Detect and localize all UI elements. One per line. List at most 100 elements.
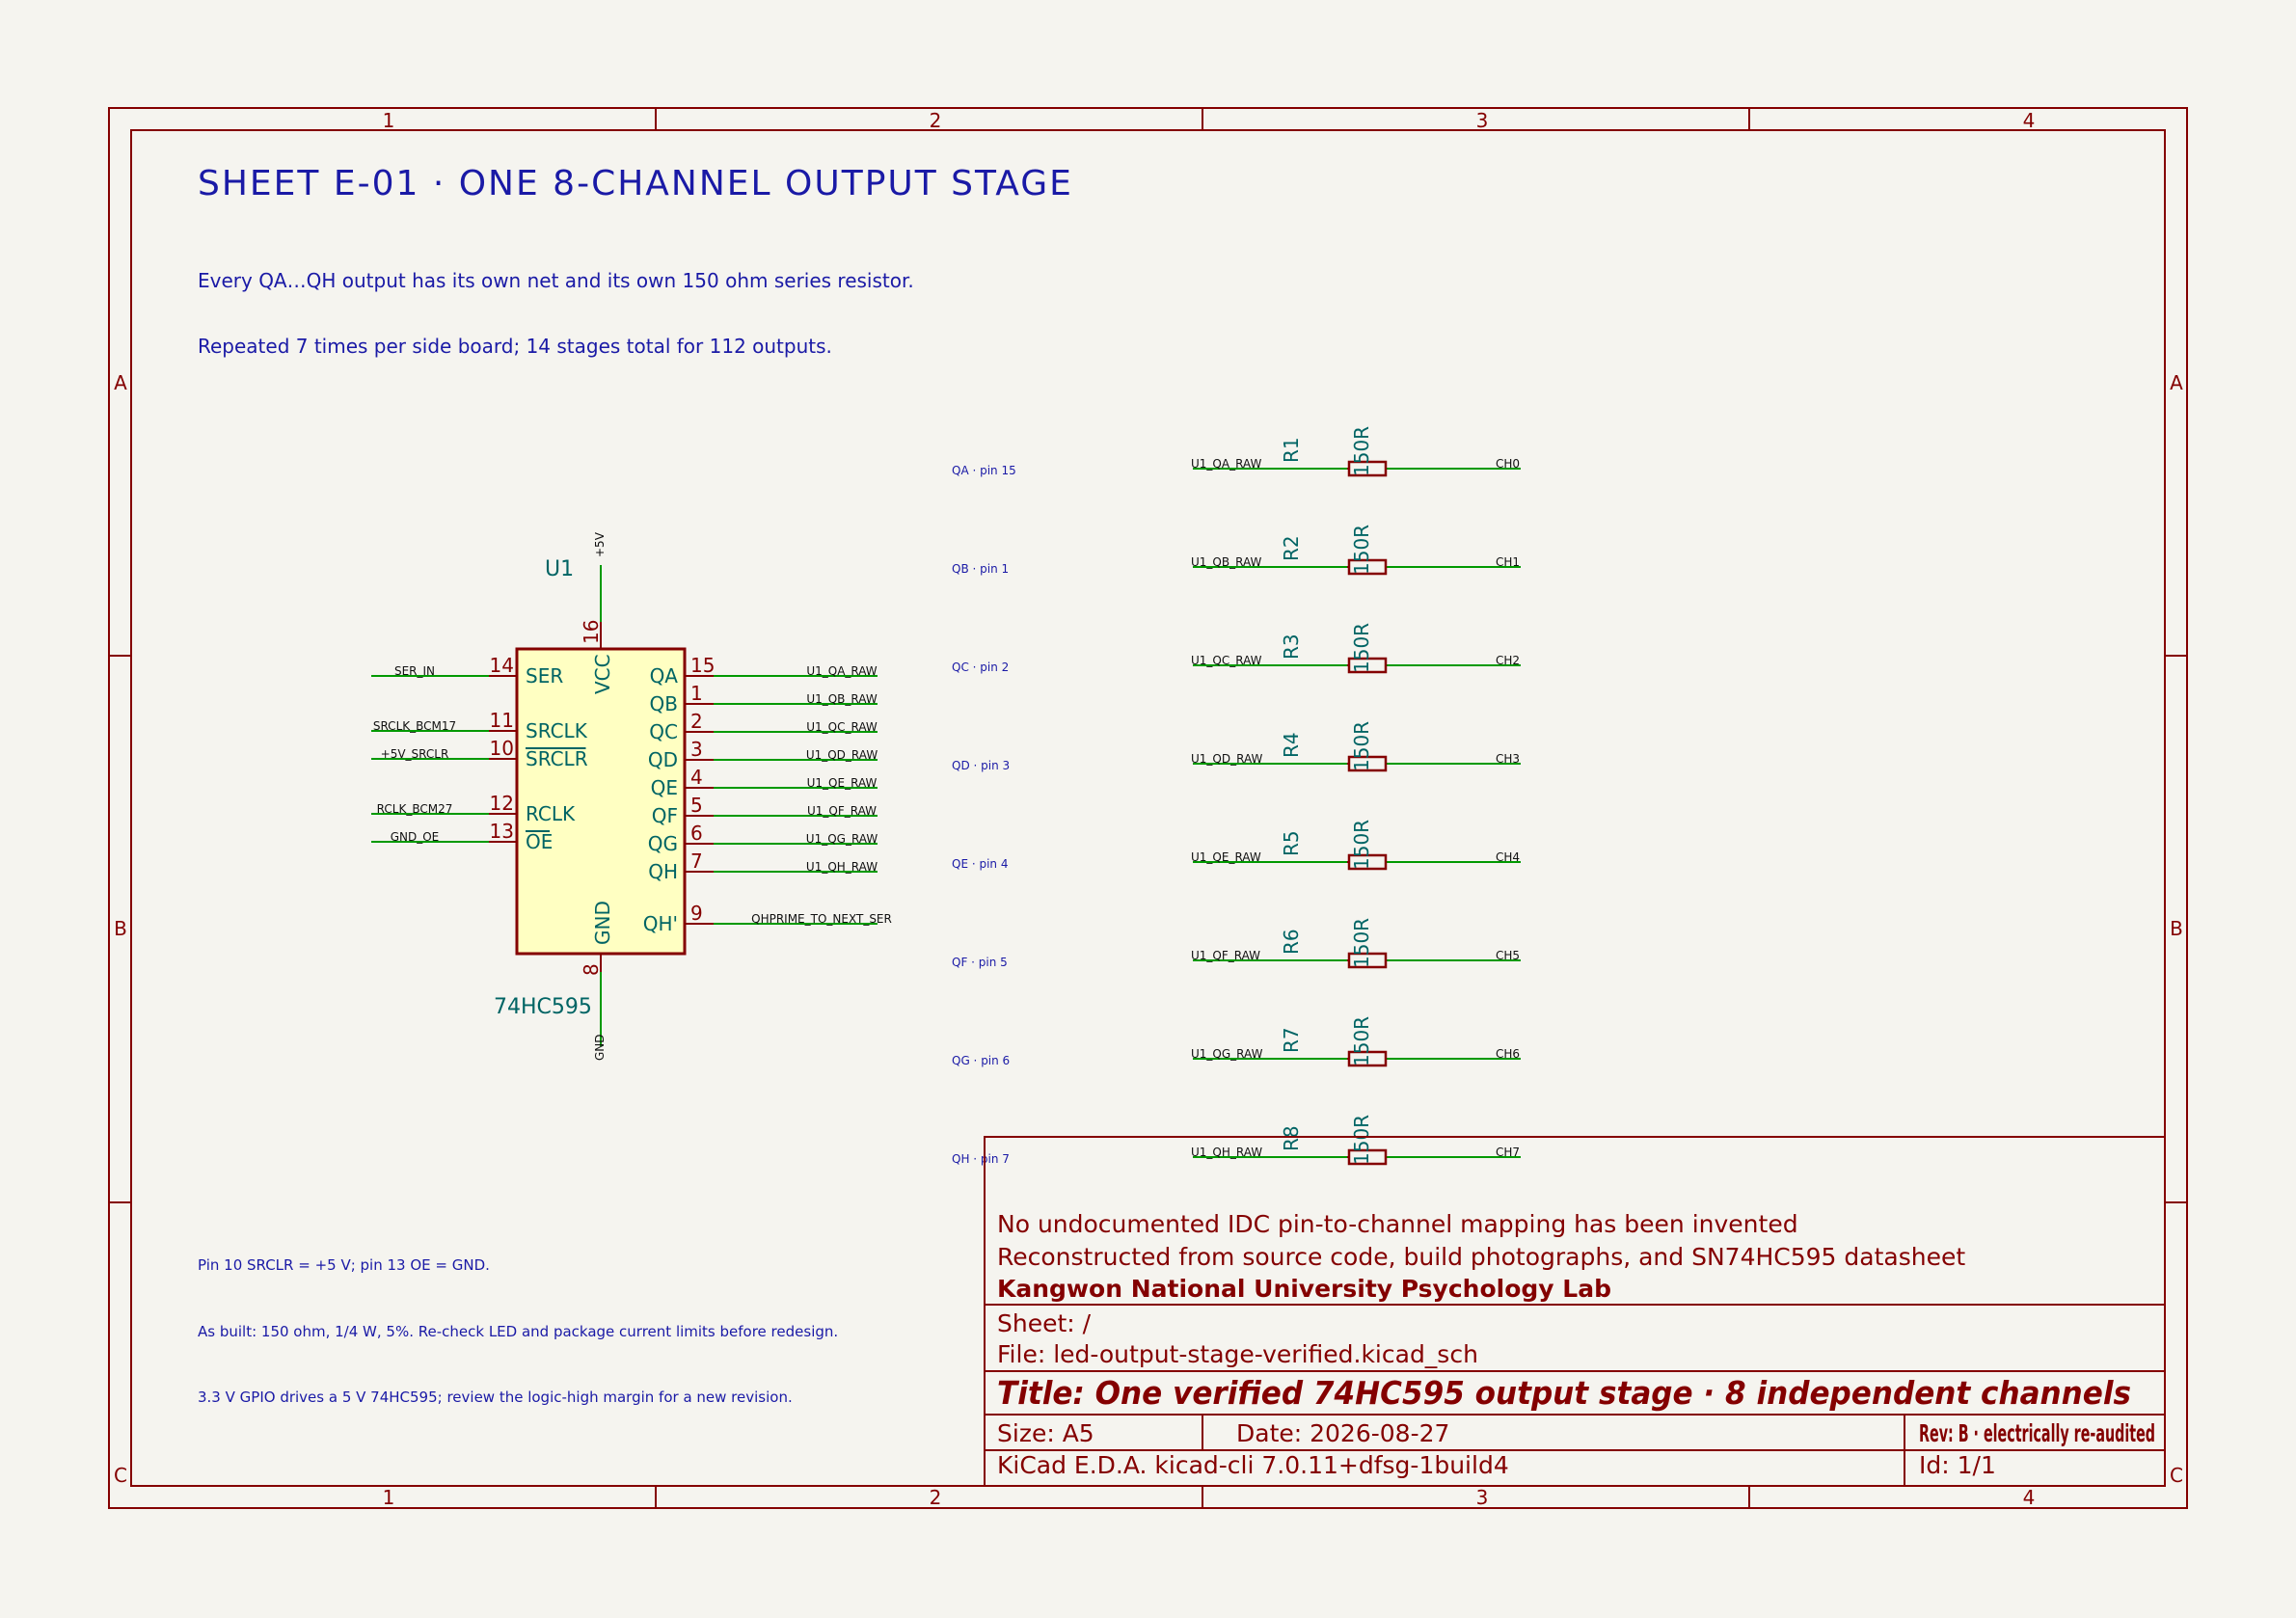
tb-sheet: Sheet: / — [997, 1309, 1092, 1337]
gnd-pin-num: 8 — [580, 963, 603, 976]
resistor-value: 150R — [1350, 1016, 1373, 1066]
col-label-4-bottom: 4 — [2023, 1486, 2036, 1509]
resistor-in-net-label[interactable]: U1_QH_RAW — [1191, 1146, 1262, 1159]
resistor-in-net-label[interactable]: U1_QB_RAW — [1191, 555, 1262, 569]
pin-name-oe: OE — [526, 830, 553, 853]
resistor-value: 150R — [1350, 525, 1373, 575]
channel-ch6: QG · pin 6 U1_QG_RAW CH6 R7 150R — [952, 1016, 1521, 1067]
pin-annotation: QC · pin 2 — [952, 661, 1009, 674]
resistor-ref: R5 — [1280, 830, 1303, 856]
pin-name-srclr: SRCLR — [526, 747, 588, 770]
net-label-u1_qh_raw[interactable]: U1_QH_RAW — [806, 860, 878, 874]
channel-ch2: QC · pin 2 U1_QC_RAW CH2 R3 150R — [952, 623, 1521, 674]
resistor-ref: R4 — [1280, 732, 1303, 758]
resistor-ref: R1 — [1280, 437, 1303, 463]
resistor-out-net-label[interactable]: CH2 — [1496, 654, 1520, 667]
resistor-out-net-label[interactable]: CH7 — [1496, 1146, 1520, 1159]
row-label-b-left: B — [114, 917, 127, 940]
pin-number-9: 9 — [690, 902, 703, 925]
bottom-note-1: Pin 10 SRCLR = +5 V; pin 13 OE = GND. — [198, 1256, 490, 1274]
row-label-c-right: C — [2170, 1464, 2183, 1487]
tb-tool: KiCad E.D.A. kicad-cli 7.0.11+dfsg-1buil… — [997, 1451, 1509, 1479]
resistor-out-net-label[interactable]: CH3 — [1496, 752, 1520, 766]
pin-number-6: 6 — [690, 822, 703, 845]
row-label-c-left: C — [114, 1464, 127, 1487]
pin-number-14: 14 — [490, 654, 514, 677]
col-label-3-bottom: 3 — [1476, 1486, 1489, 1509]
pin-number-11: 11 — [490, 709, 514, 732]
resistor-ref: R3 — [1280, 634, 1303, 660]
tb-company: Kangwon National University Psychology L… — [997, 1275, 1611, 1303]
net-label-u1_qc_raw[interactable]: U1_QC_RAW — [806, 720, 878, 734]
channel-ch7: QH · pin 7 U1_QH_RAW CH7 R8 150R — [952, 1115, 1521, 1166]
sheet-heading: SHEET E-01 · ONE 8-CHANNEL OUTPUT STAGE — [198, 164, 1073, 203]
pin-number-2: 2 — [690, 710, 703, 733]
pin-name-rclk: RCLK — [526, 802, 576, 825]
pin-name-qhprime: QH' — [643, 912, 678, 935]
pin-annotation: QE · pin 4 — [952, 857, 1008, 871]
pin-name-qc: QC — [649, 720, 678, 743]
pin-name-qg: QG — [648, 832, 678, 855]
ic-ref: U1 — [545, 557, 574, 581]
ic-value: 74HC595 — [494, 995, 592, 1019]
pin-annotation: QG · pin 6 — [952, 1054, 1010, 1067]
channel-ch4: QE · pin 4 U1_QE_RAW CH4 R5 150R — [952, 820, 1521, 871]
ground-label: GND — [593, 1034, 607, 1061]
resistor-out-net-label[interactable]: CH4 — [1496, 850, 1520, 864]
net-label-u1_qa_raw[interactable]: U1_QA_RAW — [806, 664, 877, 678]
resistor-value: 150R — [1350, 820, 1373, 870]
resistor-value: 150R — [1350, 721, 1373, 771]
net-label-gnd_oe[interactable]: GND_OE — [391, 830, 440, 844]
resistor-value: 150R — [1350, 918, 1373, 968]
pin-number-13: 13 — [490, 820, 514, 843]
resistor-in-net-label[interactable]: U1_QD_RAW — [1191, 752, 1263, 766]
resistor-out-net-label[interactable]: CH1 — [1496, 555, 1520, 569]
resistor-out-net-label[interactable]: CH5 — [1496, 949, 1520, 962]
net-label-u1_qf_raw[interactable]: U1_QF_RAW — [807, 804, 877, 818]
col-label-3-top: 3 — [1476, 109, 1489, 132]
resistor-ref: R7 — [1280, 1027, 1303, 1053]
vcc-pin-num: 16 — [580, 620, 603, 644]
pin-number-3: 3 — [690, 738, 703, 761]
col-label-2-top: 2 — [930, 109, 942, 132]
resistor-in-net-label[interactable]: U1_QC_RAW — [1191, 654, 1262, 667]
resistor-in-net-label[interactable]: U1_QG_RAW — [1191, 1047, 1263, 1061]
resistor-out-net-label[interactable]: CH0 — [1496, 457, 1520, 471]
tb-file: File: led-output-stage-verified.kicad_sc… — [997, 1340, 1478, 1368]
bottom-note-2: As built: 150 ohm, 1/4 W, 5%. Re-check L… — [198, 1323, 838, 1340]
resistor-channels: QA · pin 15 U1_QA_RAW CH0 R1 150R QB · pin 1 U… — [952, 426, 1521, 1166]
pin-number-1: 1 — [690, 682, 703, 705]
pin-name-ser: SER — [526, 664, 563, 688]
pin-name-qf: QF — [652, 804, 678, 827]
channel-ch1: QB · pin 1 U1_QB_RAW CH1 R2 150R — [952, 525, 1521, 576]
net-label-u1_qg_raw[interactable]: U1_QG_RAW — [806, 832, 878, 846]
pin-number-4: 4 — [690, 766, 703, 789]
resistor-in-net-label[interactable]: U1_QE_RAW — [1191, 850, 1261, 864]
pin-name-qd: QD — [648, 748, 678, 771]
net-label-rclk_bcm27[interactable]: RCLK_BCM27 — [377, 802, 453, 816]
resistor-out-net-label[interactable]: CH6 — [1496, 1047, 1520, 1061]
col-label-1-top: 1 — [383, 109, 395, 132]
net-label-u1_qd_raw[interactable]: U1_QD_RAW — [806, 748, 878, 762]
vcc-pin-name: VCC — [591, 654, 614, 694]
pin-name-srclk: SRCLK — [526, 719, 588, 742]
net-label-ser_in[interactable]: SER_IN — [394, 664, 435, 678]
channel-ch5: QF · pin 5 U1_QF_RAW CH5 R6 150R — [952, 918, 1521, 969]
resistor-in-net-label[interactable]: U1_QA_RAW — [1191, 457, 1261, 471]
resistor-value: 150R — [1350, 623, 1373, 673]
row-label-a-right: A — [2170, 371, 2183, 394]
ic-74hc595[interactable]: U1 74HC595 +5V GND 16 VCC 8 GND 14 SERSER… — [371, 531, 892, 1061]
row-label-a-left: A — [114, 371, 127, 394]
net-label-u1_qb_raw[interactable]: U1_QB_RAW — [806, 692, 878, 706]
pin-name-qh: QH — [648, 860, 678, 883]
net-label-srclk_bcm17[interactable]: SRCLK_BCM17 — [373, 719, 456, 733]
tb-comment-1: No undocumented IDC pin-to-channel mappi… — [997, 1210, 1798, 1238]
pin-annotation: QD · pin 3 — [952, 759, 1010, 772]
net-label-qhprime-to-next-ser[interactable]: QHPRIME_TO_NEXT_SER — [751, 912, 892, 926]
pin-number-5: 5 — [690, 794, 703, 817]
pin-name-qa: QA — [650, 664, 679, 688]
net-label-u1_qe_raw[interactable]: U1_QE_RAW — [807, 776, 878, 790]
resistor-in-net-label[interactable]: U1_QF_RAW — [1191, 949, 1260, 962]
net-label-+5v_srclr[interactable]: +5V_SRCLR — [381, 747, 449, 761]
pin-name-qb: QB — [650, 692, 678, 715]
